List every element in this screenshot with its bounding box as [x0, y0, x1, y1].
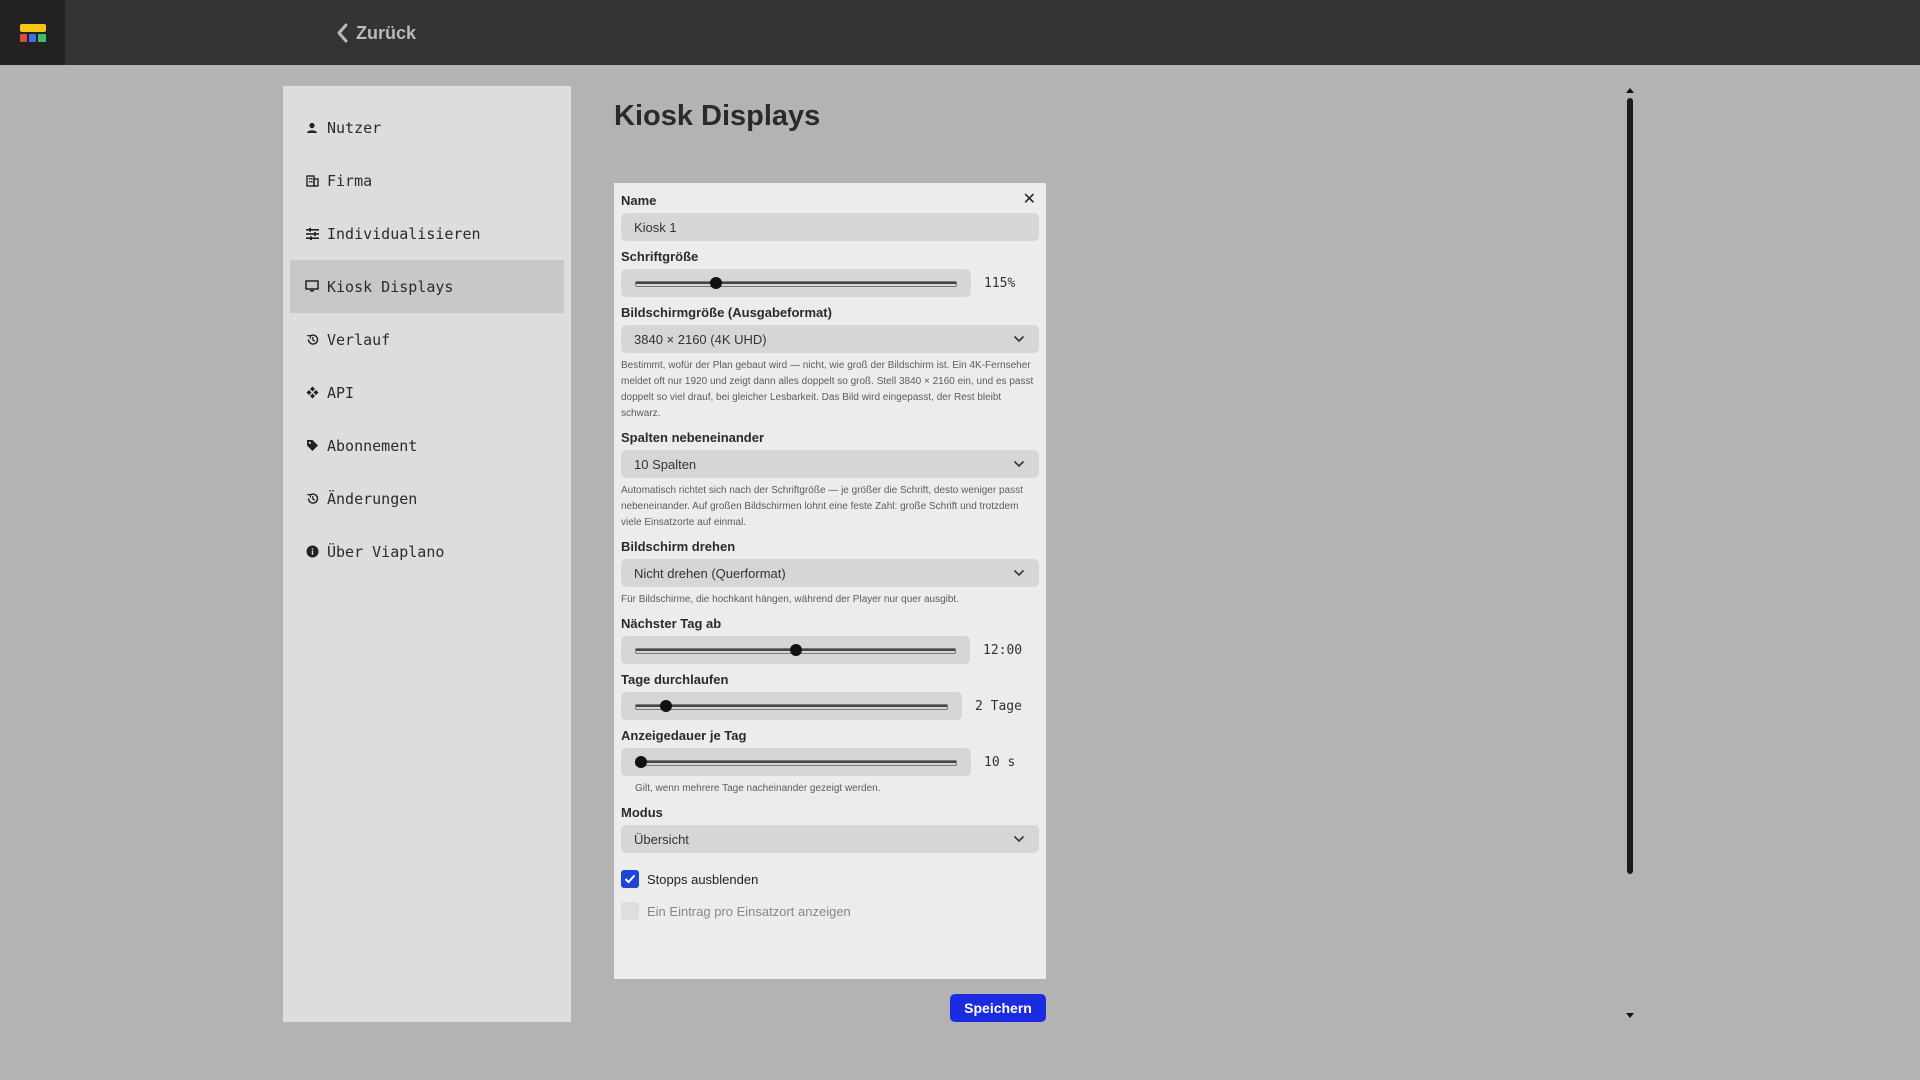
- screen-size-help: Bestimmt, wofür der Plan gebaut wird — n…: [621, 360, 1034, 419]
- scroll-up-arrow-icon[interactable]: [1626, 88, 1634, 93]
- duration-label: Anzeigedauer je Tag: [621, 728, 747, 743]
- mode-label: Modus: [621, 805, 663, 820]
- sidebar-item-label: Abonnement: [327, 436, 418, 455]
- columns-label: Spalten nebeneinander: [621, 430, 765, 445]
- font-size-row: 115%: [621, 269, 1039, 297]
- sidebar-item-label: API: [327, 383, 355, 402]
- columns-select[interactable]: 10 Spalten: [621, 450, 1039, 478]
- chevron-down-icon: [1013, 460, 1025, 468]
- hide-stops-row: Stopps ausblenden: [621, 868, 1039, 890]
- viaplano-logo-icon: [19, 23, 46, 42]
- font-size-value: 115%: [984, 275, 1016, 291]
- sidebar-item-individualisieren[interactable]: Individualisieren: [290, 207, 564, 260]
- sidebar-item-verlauf[interactable]: Verlauf: [290, 313, 564, 366]
- sidebar-item-label: Nutzer: [327, 118, 382, 137]
- hide-stops-checkbox[interactable]: [621, 870, 639, 888]
- history-icon: [305, 333, 319, 347]
- duration-help: Gilt, wenn mehrere Tage nacheinander gez…: [635, 783, 881, 794]
- person-icon: [305, 121, 319, 135]
- tag-icon: [305, 439, 319, 453]
- chevron-left-icon: [337, 23, 348, 43]
- back-label: Zurück: [356, 22, 417, 43]
- rotate-select[interactable]: Nicht drehen (Querformat): [621, 559, 1039, 587]
- columns-help: Automatisch richtet sich nach der Schrif…: [621, 485, 1023, 528]
- next-day-value: 12:00: [983, 642, 1023, 658]
- settings-sidebar: Nutzer Firma Individualisieren Kiosk Dis…: [283, 86, 571, 1022]
- back-button[interactable]: Zurück: [336, 18, 416, 48]
- slider-thumb[interactable]: [660, 700, 673, 712]
- sidebar-item-nutzer[interactable]: Nutzer: [290, 101, 564, 154]
- kiosk-settings-panel: ✕ Name Kiosk 1 Schriftgröße 115% Bildsch…: [614, 183, 1046, 979]
- rotate-help: Für Bildschirme, die hochkant hängen, wä…: [621, 594, 959, 605]
- sidebar-item-ueber-viaplano[interactable]: Über Viaplano: [290, 525, 564, 578]
- check-icon: [624, 874, 636, 884]
- chevron-down-icon: [1013, 569, 1025, 577]
- tune-icon: [305, 227, 319, 241]
- font-size-label: Schriftgröße: [621, 249, 699, 264]
- chevron-down-icon: [1013, 335, 1025, 343]
- sidebar-item-aenderungen[interactable]: Änderungen: [290, 472, 564, 525]
- name-label: Name: [621, 193, 657, 208]
- cut-off-checkbox[interactable]: [621, 902, 639, 920]
- screen-size-select[interactable]: 3840 × 2160 (4K UHD): [621, 325, 1039, 353]
- sidebar-item-label: Individualisieren: [327, 224, 481, 243]
- screen-size-value: 3840 × 2160 (4K UHD): [634, 331, 767, 347]
- sidebar-item-label: Über Viaplano: [327, 542, 445, 561]
- cycle-days-value: 2 Tage: [975, 698, 1022, 714]
- sidebar-item-label: Änderungen: [327, 489, 418, 508]
- sidebar-item-kiosk-displays[interactable]: Kiosk Displays: [290, 260, 564, 313]
- cycle-days-slider[interactable]: [621, 692, 962, 720]
- sidebar-item-firma[interactable]: Firma: [290, 154, 564, 207]
- page-title: Kiosk Displays: [614, 100, 821, 132]
- duration-slider[interactable]: [621, 748, 971, 776]
- slider-thumb[interactable]: [709, 277, 722, 289]
- duration-row: 10 s: [621, 748, 1039, 776]
- columns-value: 10 Spalten: [634, 456, 697, 472]
- next-day-label: Nächster Tag ab: [621, 616, 722, 631]
- sidebar-item-label: Verlauf: [327, 330, 391, 349]
- app-logo[interactable]: [0, 0, 65, 65]
- font-size-slider[interactable]: [621, 269, 971, 297]
- scroll-down-arrow-icon[interactable]: [1626, 1013, 1634, 1018]
- mode-select[interactable]: Übersicht: [621, 825, 1039, 853]
- sidebar-item-api[interactable]: API: [290, 366, 564, 419]
- info-icon: [305, 545, 319, 559]
- api-icon: [305, 386, 319, 400]
- sidebar-item-label: Firma: [327, 171, 373, 190]
- save-button[interactable]: Speichern: [950, 994, 1046, 1022]
- screen-size-label: Bildschirmgröße (Ausgabeformat): [621, 305, 832, 320]
- history-icon: [305, 492, 319, 506]
- top-bar: Zurück: [0, 0, 1920, 65]
- next-day-row: 12:00: [621, 636, 1039, 664]
- duration-value: 10 s: [984, 754, 1016, 770]
- slider-thumb[interactable]: [635, 756, 648, 768]
- monitor-icon: [305, 280, 319, 294]
- close-icon[interactable]: ✕: [1023, 189, 1036, 209]
- page-scrollbar[interactable]: [1626, 88, 1634, 1018]
- next-day-slider[interactable]: [621, 636, 970, 664]
- rotate-value: Nicht drehen (Querformat): [634, 565, 786, 581]
- cycle-days-row: 2 Tage: [621, 692, 1039, 720]
- cut-off-checkbox-label: Ein Eintrag pro Einsatzort anzeigen: [647, 903, 851, 919]
- chevron-down-icon: [1013, 835, 1025, 843]
- building-icon: [305, 174, 319, 188]
- scroll-thumb[interactable]: [1627, 98, 1633, 874]
- cut-off-checkbox-row: Ein Eintrag pro Einsatzort anzeigen: [621, 900, 1039, 922]
- mode-value: Übersicht: [634, 831, 689, 847]
- hide-stops-label: Stopps ausblenden: [647, 871, 759, 887]
- slider-thumb[interactable]: [789, 644, 802, 656]
- sidebar-item-label: Kiosk Displays: [327, 277, 454, 296]
- sidebar-item-abonnement[interactable]: Abonnement: [290, 419, 564, 472]
- rotate-label: Bildschirm drehen: [621, 539, 736, 554]
- name-field[interactable]: Kiosk 1: [621, 213, 1039, 241]
- cycle-days-label: Tage durchlaufen: [621, 672, 729, 687]
